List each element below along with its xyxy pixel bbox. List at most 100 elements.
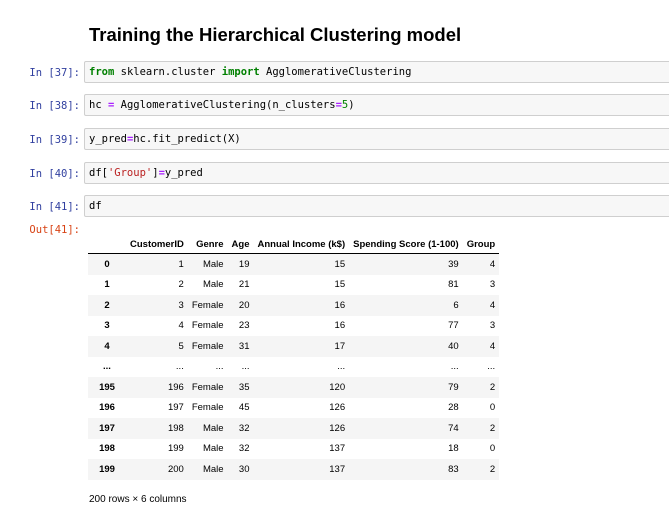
table-row: 197 198 Male 32 126 74 2 <box>88 418 500 439</box>
column-header: Age <box>227 236 254 254</box>
table-cell: 81 <box>448 279 459 291</box>
code-text: df <box>89 200 102 212</box>
table-cell: 18 <box>448 443 459 455</box>
table-cell: Male <box>202 279 224 291</box>
table-cell: 5 <box>178 340 184 352</box>
row-index: 199 <box>99 463 115 475</box>
table-body: 0 1 Male 19 15 39 4 1 2 Male 21 15 81 3 2 3 Female 20 16 6 4… <box>88 253 500 480</box>
table-cell: 21 <box>238 279 250 291</box>
code-token: df <box>89 200 102 212</box>
table-row: 196 197 Female 45 126 28 0 <box>88 397 500 418</box>
table-cell: 2 <box>489 381 496 393</box>
code-cell[interactable]: df['Group']=y_pred <box>84 162 669 184</box>
table-cell: 198 <box>167 422 184 434</box>
code-token: 'Group' <box>107 167 153 179</box>
table-cell: Male <box>202 422 224 434</box>
table-row: 3 4 Female 23 16 77 3 <box>88 315 500 336</box>
table-row: ..................... <box>88 356 500 377</box>
table-cell: 15 <box>334 258 346 270</box>
input-prompt: In [39]: <box>29 134 80 146</box>
column-header: CustomerID <box>126 236 188 254</box>
row-index: 197 <box>99 422 115 434</box>
table-cell: 196 <box>167 381 184 393</box>
table-cell: 30 <box>238 463 250 475</box>
table-cell: 16 <box>334 320 346 332</box>
table-cell: 17 <box>334 340 346 352</box>
row-index: 198 <box>99 443 115 455</box>
table-cell: 19 <box>238 258 250 270</box>
table-cell: ... <box>487 361 496 373</box>
section-heading: Training the Hierarchical Clustering mod… <box>89 24 462 45</box>
code-token: import <box>221 66 260 78</box>
code-token: ) <box>348 99 355 111</box>
code-text: hc = AgglomerativeClustering(n_clusters=… <box>89 99 355 111</box>
table-cell: 23 <box>238 320 250 332</box>
row-index: ... <box>103 361 111 373</box>
table-cell: 137 <box>329 463 346 475</box>
input-prompt: In [38]: <box>29 100 80 112</box>
code-token: df[ <box>89 167 108 179</box>
row-index: 0 <box>104 258 110 270</box>
table-cell: Female <box>191 381 224 393</box>
output-prompt: Out[41]: <box>29 224 80 236</box>
row-index: 4 <box>104 340 110 352</box>
table-cell: 120 <box>329 381 346 393</box>
table-row: 1 2 Male 21 15 81 3 <box>88 274 500 295</box>
table-row: 199 200 Male 30 137 83 2 <box>88 459 500 480</box>
table-cell: ... <box>215 361 224 373</box>
column-header: Group <box>462 236 500 254</box>
column-header: Annual Income (k$) <box>253 236 350 254</box>
table-cell: 20 <box>238 299 250 311</box>
table-cell: Female <box>191 320 224 332</box>
table-cell: Male <box>202 443 224 455</box>
table-cell: ... <box>175 361 184 373</box>
table-cell: 4 <box>489 299 496 311</box>
table-summary: 200 rows × 6 columns <box>89 494 187 505</box>
input-prompt: In [37]: <box>29 67 80 79</box>
table-cell: 40 <box>448 340 459 352</box>
table-cell: ... <box>241 361 250 373</box>
input-prompt: In [40]: <box>29 168 80 180</box>
row-index: 195 <box>99 381 115 393</box>
code-cell[interactable]: from sklearn.cluster import Agglomerativ… <box>84 61 669 83</box>
table-cell: 1 <box>178 258 184 270</box>
table-header-row: CustomerID Genre Age Annual Income (k$) … <box>88 236 500 254</box>
table-row: 2 3 Female 20 16 6 4 <box>88 295 500 316</box>
code-text: y_pred=hc.fit_predict(X) <box>89 133 241 145</box>
row-index: 1 <box>104 279 110 291</box>
code-cell[interactable]: df <box>84 195 669 217</box>
table-cell: 74 <box>448 422 459 434</box>
table-cell: Female <box>191 299 224 311</box>
table-cell: ... <box>337 361 346 373</box>
table-cell: 28 <box>448 402 459 414</box>
table-cell: 4 <box>178 320 184 332</box>
code-cell[interactable]: hc = AgglomerativeClustering(n_clusters=… <box>84 94 669 116</box>
table-row: 0 1 Male 19 15 39 4 <box>88 253 500 275</box>
table-cell: Male <box>202 258 224 270</box>
code-token: y_pred <box>89 133 127 145</box>
row-index: 3 <box>104 320 110 332</box>
table-cell: 0 <box>489 443 496 455</box>
table-cell: 79 <box>448 381 459 393</box>
table-cell: 39 <box>448 258 459 270</box>
table-cell: 137 <box>329 443 346 455</box>
table-cell: 126 <box>329 402 346 414</box>
table-cell: 83 <box>448 463 459 475</box>
table-cell: 2 <box>178 279 184 291</box>
code-cell[interactable]: y_pred=hc.fit_predict(X) <box>84 128 669 150</box>
code-text: df['Group']=y_pred <box>89 167 203 179</box>
table-cell: ... <box>450 361 459 373</box>
code-token: AgglomerativeClustering <box>259 66 412 78</box>
column-header: Spending Score (1-100) <box>349 236 463 254</box>
column-header <box>88 236 126 254</box>
code-token: y_pred <box>164 167 203 179</box>
table-cell: 3 <box>489 279 496 291</box>
table-cell: 200 <box>167 463 184 475</box>
table-cell: 32 <box>238 422 250 434</box>
code-token: AgglomerativeClustering(n_clusters <box>114 99 336 111</box>
code-text: from sklearn.cluster import Agglomerativ… <box>89 66 411 78</box>
table-cell: Female <box>191 340 224 352</box>
code-token: hc.fit_predict(X) <box>133 133 241 145</box>
table-cell: 45 <box>238 402 250 414</box>
table-row: 198 199 Male 32 137 18 0 <box>88 438 500 459</box>
